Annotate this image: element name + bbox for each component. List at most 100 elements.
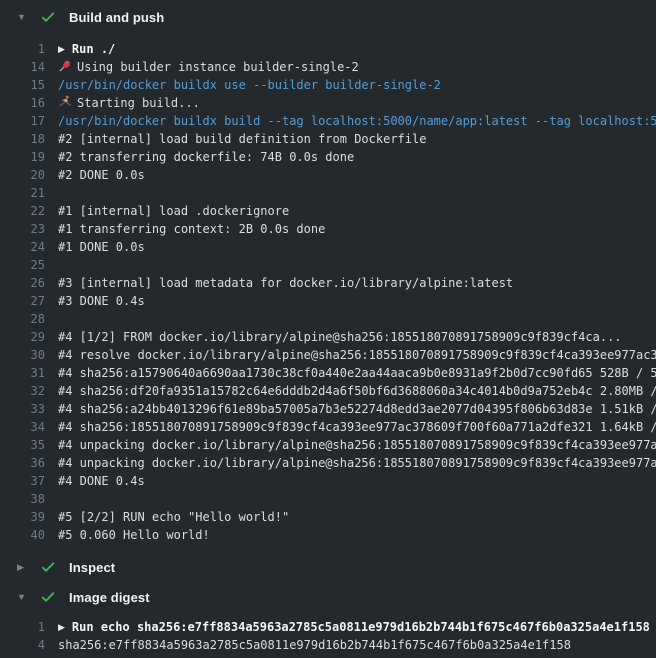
log-line-number[interactable]: 33 xyxy=(0,400,45,418)
check-icon xyxy=(40,589,56,605)
log-text-content: Run ./ xyxy=(72,42,115,56)
log-text-content: #1 transferring context: 2B 0.0s done xyxy=(58,222,325,236)
log-text-content: #1 [internal] load .dockerignore xyxy=(58,204,289,218)
log-line-text xyxy=(58,256,656,274)
log-line: 31 #4 sha256:a15790640a6690aa1730c38cf0a4… xyxy=(0,364,656,382)
log-line-number[interactable]: 28 xyxy=(0,310,45,328)
log-line-number[interactable]: 1 xyxy=(0,40,45,58)
log-text-content: #4 sha256:a24bb4013296f61e89ba57005a7b3e… xyxy=(58,402,656,416)
log-text-content: #2 DONE 0.0s xyxy=(58,168,145,182)
chevron-right-icon[interactable]: ▶ xyxy=(0,563,26,572)
log-text-content: #2 transferring dockerfile: 74B 0.0s don… xyxy=(58,150,354,164)
log-line-text: Using builder instance builder-single-2 xyxy=(58,58,656,76)
log-line-number[interactable]: 22 xyxy=(0,202,45,220)
log-line: 1 ▶Run echo sha256:e7ff8834a5963a2785c5a0… xyxy=(0,618,656,636)
check-icon xyxy=(40,559,56,575)
log-line-text: #4 [1/2] FROM docker.io/library/alpine@s… xyxy=(58,328,656,346)
log-text-content: #4 sha256:185518070891758909c9f839cf4ca3… xyxy=(58,420,656,434)
log-line-number[interactable]: 23 xyxy=(0,220,45,238)
log-line-text: #1 DONE 0.0s xyxy=(58,238,656,256)
log-line-number[interactable]: 39 xyxy=(0,508,45,526)
log-line-number[interactable]: 38 xyxy=(0,490,45,508)
log-text-content: sha256:e7ff8834a5963a2785c5a0811e979d16b… xyxy=(58,638,571,652)
log-line-number[interactable]: 29 xyxy=(0,328,45,346)
runner-icon xyxy=(58,95,72,109)
log-line-number[interactable]: 31 xyxy=(0,364,45,382)
log-line: 39 #5 [2/2] RUN echo "Hello world!" xyxy=(0,508,656,526)
log-line: 19 #2 transferring dockerfile: 74B 0.0s d… xyxy=(0,148,656,166)
log-line-text: ▶ Run ./ xyxy=(58,40,656,58)
log-line-number[interactable]: 32 xyxy=(0,382,45,400)
log-line: 16 Starting build... xyxy=(0,94,656,112)
log-line-number[interactable]: 19 xyxy=(0,148,45,166)
log-line: 20 #2 DONE 0.0s xyxy=(0,166,656,184)
log-line-number[interactable]: 30 xyxy=(0,346,45,364)
log-line-number[interactable]: 25 xyxy=(0,256,45,274)
section-header[interactable]: ▼Build and push xyxy=(0,2,656,32)
section-log: 1 ▶ Run ./ 14 Using builder instance builder… xyxy=(0,40,656,544)
log-line: 4 sha256:e7ff8834a5963a2785c5a0811e979d16… xyxy=(0,636,656,654)
log-line-number[interactable]: 20 xyxy=(0,166,45,184)
log-line-number[interactable]: 18 xyxy=(0,130,45,148)
log-line: 35 #4 unpacking docker.io/library/alpine@… xyxy=(0,436,656,454)
log-line-number[interactable]: 37 xyxy=(0,472,45,490)
section-header[interactable]: ▶Inspect xyxy=(0,552,656,582)
log-line-text: #1 transferring context: 2B 0.0s done xyxy=(58,220,656,238)
log-line: 29 #4 [1/2] FROM docker.io/library/alpine… xyxy=(0,328,656,346)
log-line-text: ▶Run echo sha256:e7ff8834a5963a2785c5a08… xyxy=(58,618,656,636)
log-line-number[interactable]: 34 xyxy=(0,418,45,436)
log-line-number[interactable]: 16 xyxy=(0,94,45,112)
log-line-text: #5 0.060 Hello world! xyxy=(58,526,656,544)
log-text-content: Using builder instance builder-single-2 xyxy=(77,60,359,74)
log-line-text: /usr/bin/docker buildx build --tag local… xyxy=(58,112,656,130)
log-line-number[interactable]: 24 xyxy=(0,238,45,256)
log-line-text: #2 DONE 0.0s xyxy=(58,166,656,184)
section-header[interactable]: ▼ Image digest xyxy=(0,582,656,612)
log-text-content: #5 [2/2] RUN echo "Hello world!" xyxy=(58,510,289,524)
log-line: 26 #3 [internal] load metadata for docker… xyxy=(0,274,656,292)
log-line-text: Starting build... xyxy=(58,94,656,112)
log-text-content: #3 DONE 0.4s xyxy=(58,294,145,308)
log-line-text: #4 sha256:a15790640a6690aa1730c38cf0a440… xyxy=(58,364,656,382)
log-line: 1 ▶ Run ./ xyxy=(0,40,656,58)
log-line-text: /usr/bin/docker buildx use --builder bui… xyxy=(58,76,656,94)
log-line-number[interactable]: 1 xyxy=(0,618,45,636)
chevron-down-icon[interactable]: ▼ xyxy=(0,593,26,602)
log-text-content: #1 DONE 0.0s xyxy=(58,240,145,254)
log-line: 21 xyxy=(0,184,656,202)
log-line-number[interactable]: 14 xyxy=(0,58,45,76)
log-line-number[interactable]: 35 xyxy=(0,436,45,454)
log-line-number[interactable]: 36 xyxy=(0,454,45,472)
log-line-number[interactable]: 15 xyxy=(0,76,45,94)
log-line-text: #4 unpacking docker.io/library/alpine@sh… xyxy=(58,454,656,472)
log-line: 38 xyxy=(0,490,656,508)
section-log: 1 ▶Run echo sha256:e7ff8834a5963a2785c5a0… xyxy=(0,618,656,654)
log-text-content: #4 unpacking docker.io/library/alpine@sh… xyxy=(58,438,656,452)
log-text-content: #5 0.060 Hello world! xyxy=(58,528,210,542)
log-line-number[interactable]: 21 xyxy=(0,184,45,202)
log-line-number[interactable]: 27 xyxy=(0,292,45,310)
log-line: 40 #5 0.060 Hello world! xyxy=(0,526,656,544)
log-line: 37#4 DONE 0.4s xyxy=(0,472,656,490)
log-line: 15/usr/bin/docker buildx use --builder b… xyxy=(0,76,656,94)
log-line-text xyxy=(58,184,656,202)
log-line: 25 xyxy=(0,256,656,274)
log-line-number[interactable]: 26 xyxy=(0,274,45,292)
log-text-content: #4 [1/2] FROM docker.io/library/alpine@s… xyxy=(58,330,622,344)
log-line: 32#4 sha256:df20fa9351a15782c64e6dddb2d4… xyxy=(0,382,656,400)
log-line-text xyxy=(58,490,656,508)
log-line-text: #2 [internal] load build definition from… xyxy=(58,130,656,148)
section-title: Image digest xyxy=(69,590,150,605)
check-icon xyxy=(40,9,56,25)
workflow-log-viewer: ▼Build and push1▶Run ./14Using builder i… xyxy=(0,0,656,658)
log-text-content: #3 [internal] load metadata for docker.i… xyxy=(58,276,513,290)
expand-group-icon[interactable]: ▶ xyxy=(58,41,65,58)
log-line: 23 #1 transferring context: 2B 0.0s done xyxy=(0,220,656,238)
expand-group-icon[interactable]: ▶ xyxy=(58,619,65,636)
pushpin-icon xyxy=(58,59,72,73)
chevron-down-icon[interactable]: ▼ xyxy=(0,13,26,22)
log-line-number[interactable]: 17 xyxy=(0,112,45,130)
log-line-number[interactable]: 40 xyxy=(0,526,45,544)
log-line-number[interactable]: 4 xyxy=(0,636,45,654)
log-line-text: #3 DONE 0.4s xyxy=(58,292,656,310)
